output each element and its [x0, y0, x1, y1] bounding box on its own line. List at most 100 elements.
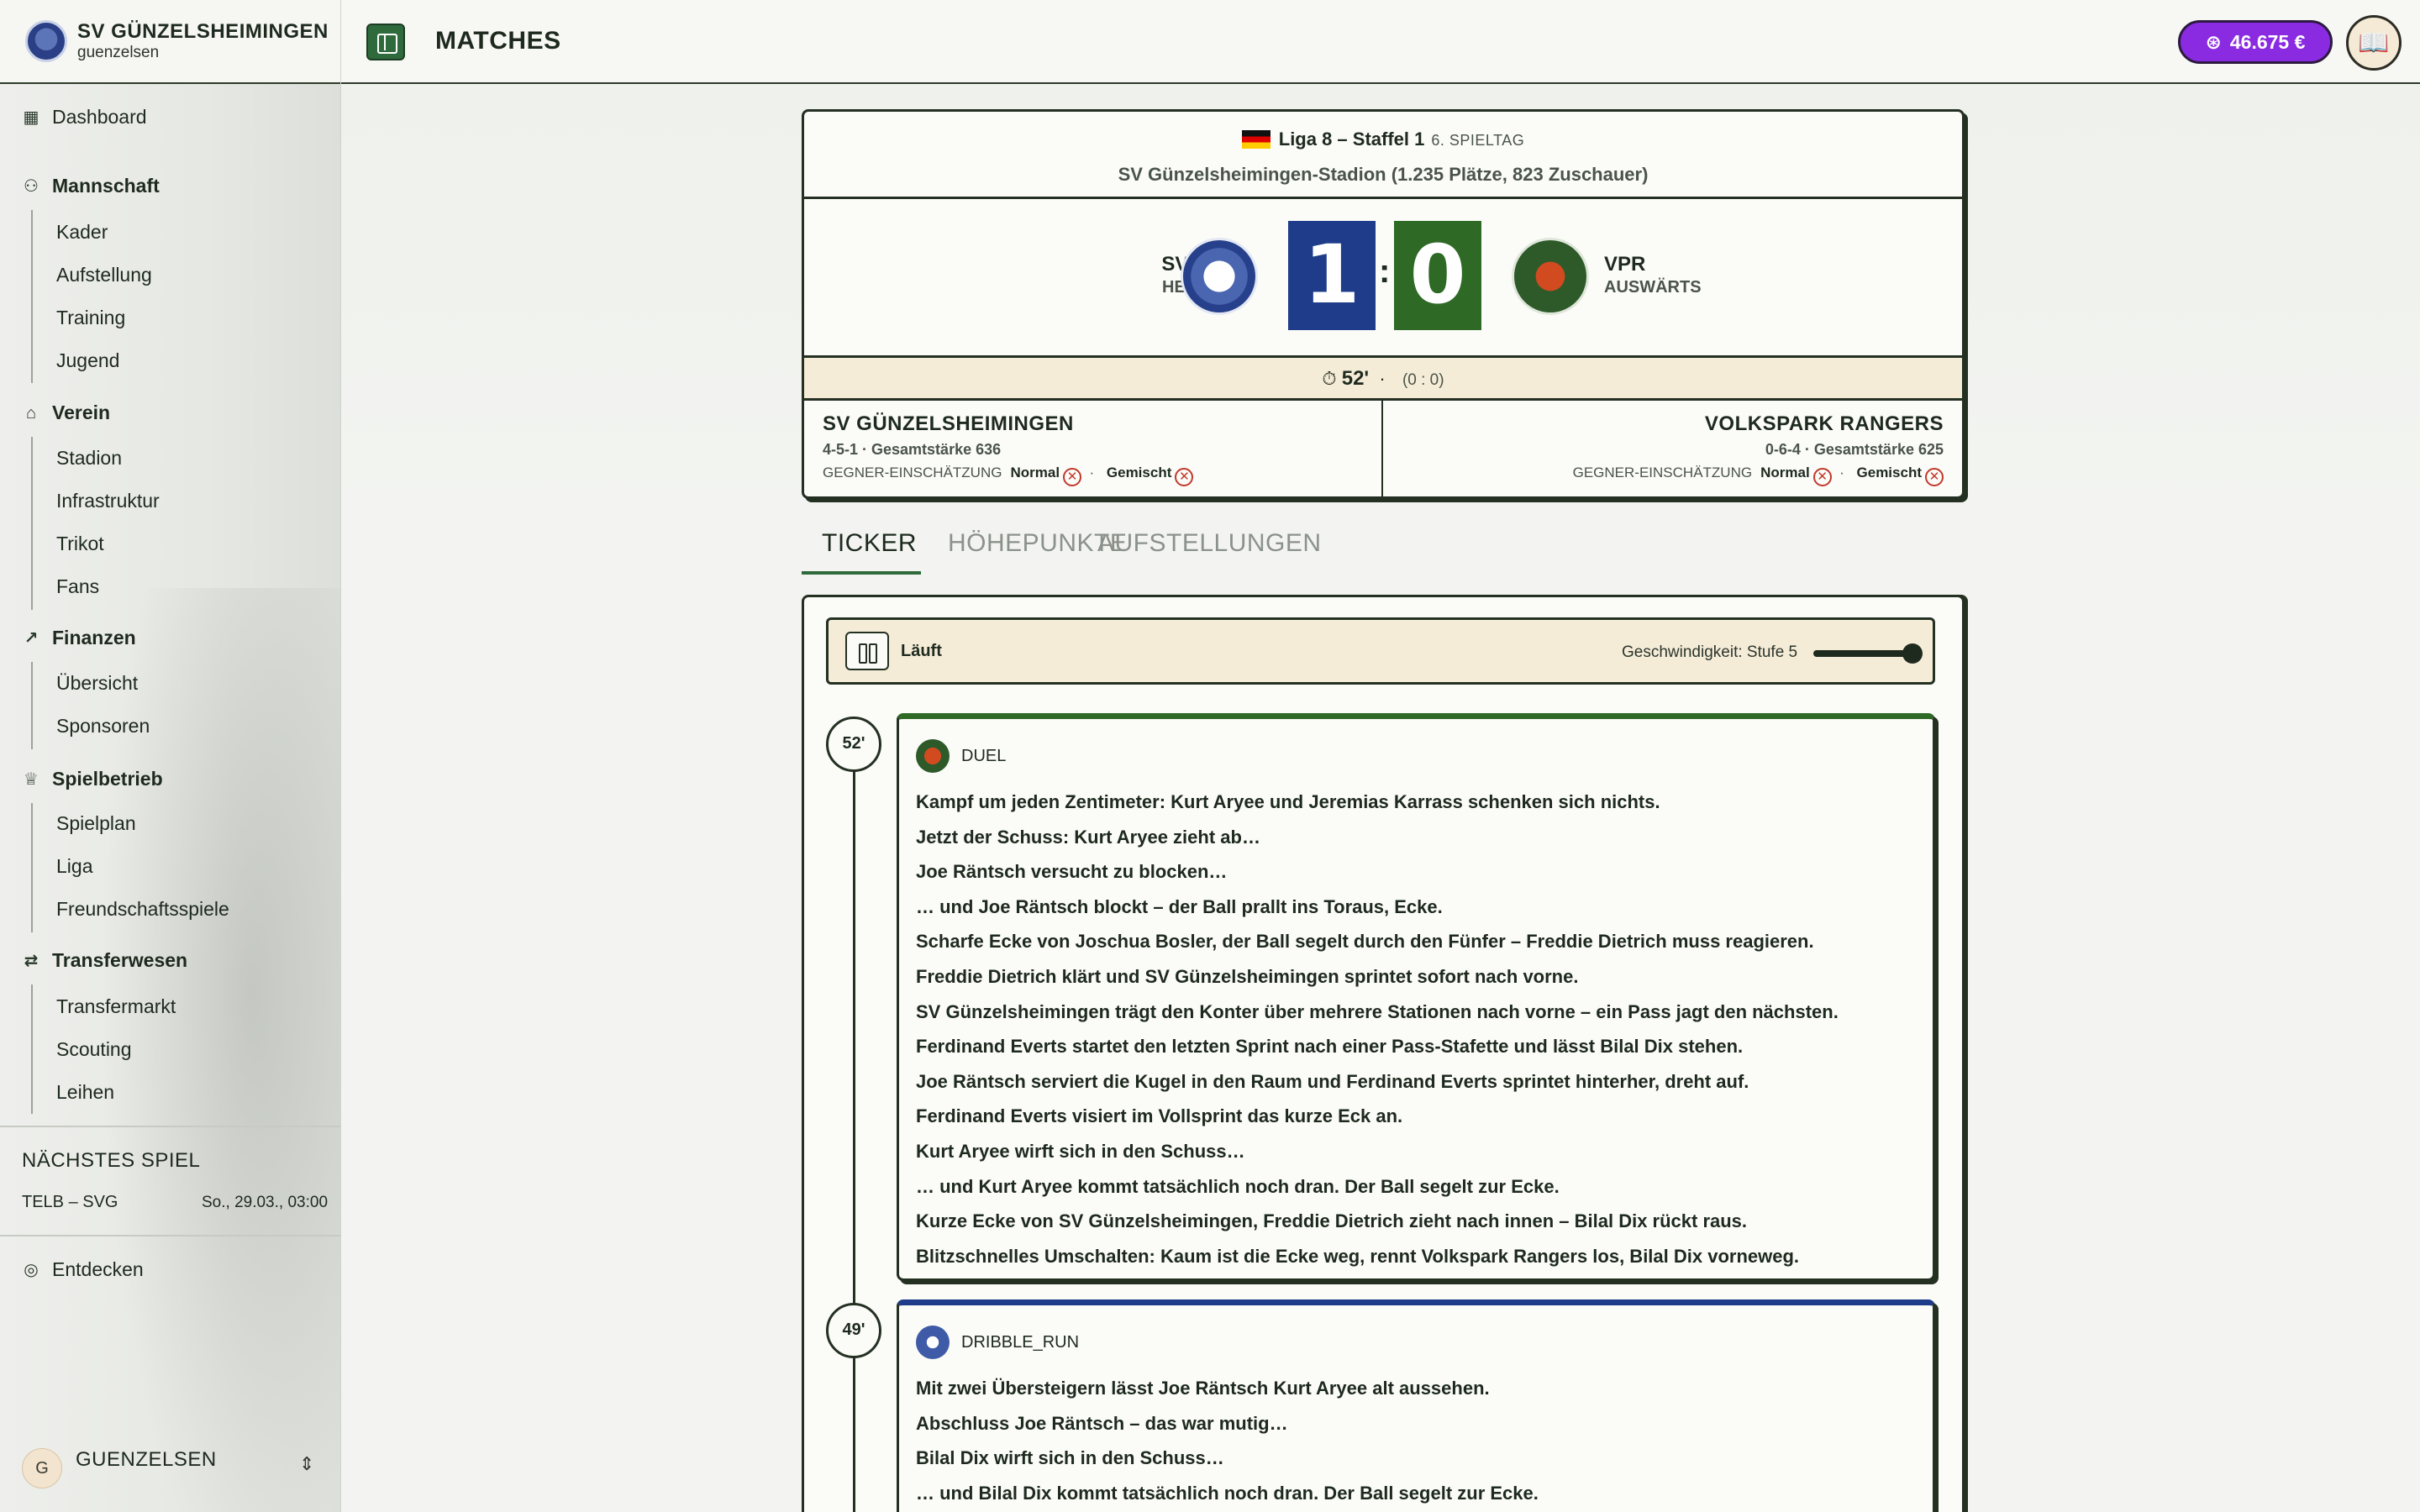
x-circle-icon: ✕	[1925, 468, 1944, 486]
nav-group-finanzen[interactable]: ↗ Finanzen	[22, 627, 136, 649]
event-line: Mit zwei Übersteigern lässt Joe Räntsch …	[916, 1378, 1490, 1399]
event-line: Ferdinand Everts visiert im Vollsprint d…	[916, 1105, 1403, 1127]
next-match-title: NÄCHSTES SPIEL	[22, 1149, 201, 1172]
tab-ticker[interactable]: TICKER	[822, 529, 917, 558]
club-username: guenzelsen	[77, 44, 160, 61]
nav-item-kader[interactable]: Kader	[56, 221, 108, 244]
nav-item-training[interactable]: Training	[56, 307, 125, 329]
event-line: Bilal Dix wirft sich in den Schuss…	[916, 1447, 1224, 1469]
away-team-logo[interactable]	[1512, 238, 1589, 315]
away-team-formation: 0-6-4 · Gesamtstärke 625	[1765, 441, 1944, 458]
away-team-abbr: VPR	[1604, 253, 1646, 276]
league-line: Liga 8 – Staffel 1 6. SPIELTAG	[804, 129, 1962, 150]
balance-button[interactable]: ⊛ 46.675 €	[2178, 20, 2333, 64]
nav-item-trikot[interactable]: Trikot	[56, 533, 104, 555]
event-type: DRIBBLE_RUN	[961, 1332, 1080, 1352]
nav-item-sponsoren[interactable]: Sponsoren	[56, 715, 150, 738]
ticker-event: DUEL Kampf um jeden Zentimeter: Kurt Ary…	[897, 713, 1935, 1281]
coins-icon: ⊛	[2205, 30, 2222, 53]
match-header-card: Liga 8 – Staffel 1 6. SPIELTAG SV Günzels…	[802, 109, 1965, 501]
sidebar: SV GÜNZELSHEIMINGEN guenzelsen ▦ Dashboa…	[0, 0, 341, 1512]
rating-label: GEGNER-EINSCHÄTZUNG	[1572, 465, 1753, 480]
nav-item-liga[interactable]: Liga	[56, 855, 92, 878]
nav-tree-line	[31, 437, 33, 610]
nav-item-jugend[interactable]: Jugend	[56, 349, 119, 372]
ticker-event: DRIBBLE_RUN Mit zwei Übersteigern lässt …	[897, 1299, 1935, 1512]
pause-button[interactable]	[845, 632, 889, 670]
nav-group-spielbetrieb[interactable]: ♕ Spielbetrieb	[22, 768, 163, 790]
sidebar-toggle-button[interactable]	[366, 24, 405, 60]
nav-entdecken[interactable]: ◎ Entdecken	[22, 1258, 143, 1281]
nav-tree-line	[31, 210, 33, 383]
rating-value-1: Normal	[1760, 465, 1810, 480]
nav-item-scouting[interactable]: Scouting	[56, 1038, 132, 1061]
home-opponent-rating: GEGNER-EINSCHÄTZUNG Normal ✕ · Gemischt ✕	[823, 465, 1194, 486]
event-minute: 52'	[826, 717, 881, 772]
nav-item-freundschaftsspiele[interactable]: Freundschaftsspiele	[56, 898, 229, 921]
event-line: Kurze Ecke von SV Günzelsheimingen, Fred…	[916, 1210, 1748, 1232]
main-content: Liga 8 – Staffel 1 6. SPIELTAG SV Günzels…	[341, 86, 2420, 1512]
nav-item-uebersicht[interactable]: Übersicht	[56, 672, 138, 695]
divider	[0, 1126, 340, 1127]
team-icon: ⚇	[24, 176, 39, 196]
event-line: SV Günzelsheimingen trägt den Konter übe…	[916, 1000, 1839, 1022]
sidebar-header: SV GÜNZELSHEIMINGEN guenzelsen	[0, 0, 340, 84]
event-lines: Kampf um jeden Zentimeter: Kurt Aryee un…	[916, 785, 1839, 1273]
tab-lineups[interactable]: AUFSTELLUNGEN	[1097, 529, 1322, 558]
match-clock: ⏱ 52' · (0 : 0)	[804, 355, 1962, 401]
event-header: DUEL	[916, 739, 1006, 773]
user-name[interactable]: GUENZELSEN	[76, 1448, 217, 1472]
nav-item-transfermarkt[interactable]: Transfermarkt	[56, 995, 176, 1018]
nav-item-fans[interactable]: Fans	[56, 575, 99, 598]
nav-tree-line	[31, 662, 33, 749]
home-team-logo[interactable]	[1181, 238, 1258, 315]
separator-dot: ·	[1085, 465, 1098, 480]
event-lines: Mit zwei Übersteigern lässt Joe Räntsch …	[916, 1371, 1539, 1510]
nav-item-stadion[interactable]: Stadion	[56, 447, 122, 470]
event-line: Joe Räntsch serviert die Kugel in den Ra…	[916, 1070, 1749, 1092]
x-circle-icon: ✕	[1175, 468, 1194, 486]
speed-slider-handle[interactable]	[1902, 643, 1923, 664]
halftime-score: (0 : 0)	[1402, 371, 1444, 389]
x-circle-icon: ✕	[1063, 468, 1082, 486]
rating-value-2: Gemischt	[1106, 465, 1172, 480]
next-match-teams[interactable]: TELB – SVG	[22, 1193, 118, 1212]
x-circle-icon: ✕	[1812, 468, 1832, 486]
nav-item-infrastruktur[interactable]: Infrastruktur	[56, 490, 160, 512]
away-team-role: AUSWÄRTS	[1604, 278, 1702, 297]
nav-label: Spielbetrieb	[52, 768, 163, 790]
nav-tree-line	[31, 803, 33, 932]
league-name[interactable]: Liga 8 – Staffel 1	[1279, 129, 1425, 150]
away-team-info: VOLKSPARK RANGERS 0-6-4 · Gesamtstärke 6…	[1383, 401, 1962, 501]
separator-dot: ·	[1374, 368, 1391, 389]
away-team-name[interactable]: VOLKSPARK RANGERS	[1705, 412, 1944, 436]
chevron-updown-icon[interactable]: ⇕	[299, 1453, 314, 1475]
rating-value-1: Normal	[1010, 465, 1060, 480]
event-line: Abschluss Joe Räntsch – das war mutig…	[916, 1412, 1288, 1434]
divider	[0, 1235, 340, 1236]
home-team-name[interactable]: SV GÜNZELSHEIMINGEN	[823, 412, 1074, 436]
home-score: 1	[1288, 221, 1376, 330]
nav-item-aufstellung[interactable]: Aufstellung	[56, 264, 152, 286]
speed-label: Geschwindigkeit: Stufe 5	[1622, 643, 1798, 661]
stadium-info: SV Günzelsheimingen-Stadion (1.235 Plätz…	[1118, 164, 1649, 185]
speed-slider[interactable]	[1813, 650, 1914, 657]
ticker-card: Läuft Geschwindigkeit: Stufe 5 52' DUEL …	[802, 595, 1965, 1512]
nav-group-verein[interactable]: ⌂ Verein	[22, 402, 110, 424]
event-type: DUEL	[961, 746, 1007, 765]
rating-label: GEGNER-EINSCHÄTZUNG	[823, 465, 1002, 480]
nav-group-mannschaft[interactable]: ⚇ Mannschaft	[22, 175, 160, 197]
nav-item-leihen[interactable]: Leihen	[56, 1081, 114, 1104]
nav-dashboard[interactable]: ▦ Dashboard	[22, 106, 147, 129]
nav-group-transferwesen[interactable]: ⇄ Transferwesen	[22, 949, 187, 972]
away-score: 0	[1394, 221, 1481, 330]
current-minute: 52'	[1341, 367, 1370, 390]
event-line: Freddie Dietrich klärt und SV Günzelshei…	[916, 965, 1579, 987]
event-line: … und Bilal Dix kommt tatsächlich noch d…	[916, 1482, 1539, 1504]
nav-item-spielplan[interactable]: Spielplan	[56, 812, 136, 835]
book-icon[interactable]: 📖	[2346, 15, 2402, 71]
next-match-date: So., 29.03., 03:00	[202, 1194, 329, 1211]
user-avatar[interactable]: G	[22, 1448, 62, 1488]
home-team-formation: 4-5-1 · Gesamtstärke 636	[823, 441, 1002, 458]
away-opponent-rating: GEGNER-EINSCHÄTZUNG Normal ✕ · Gemischt ✕	[1573, 465, 1944, 486]
